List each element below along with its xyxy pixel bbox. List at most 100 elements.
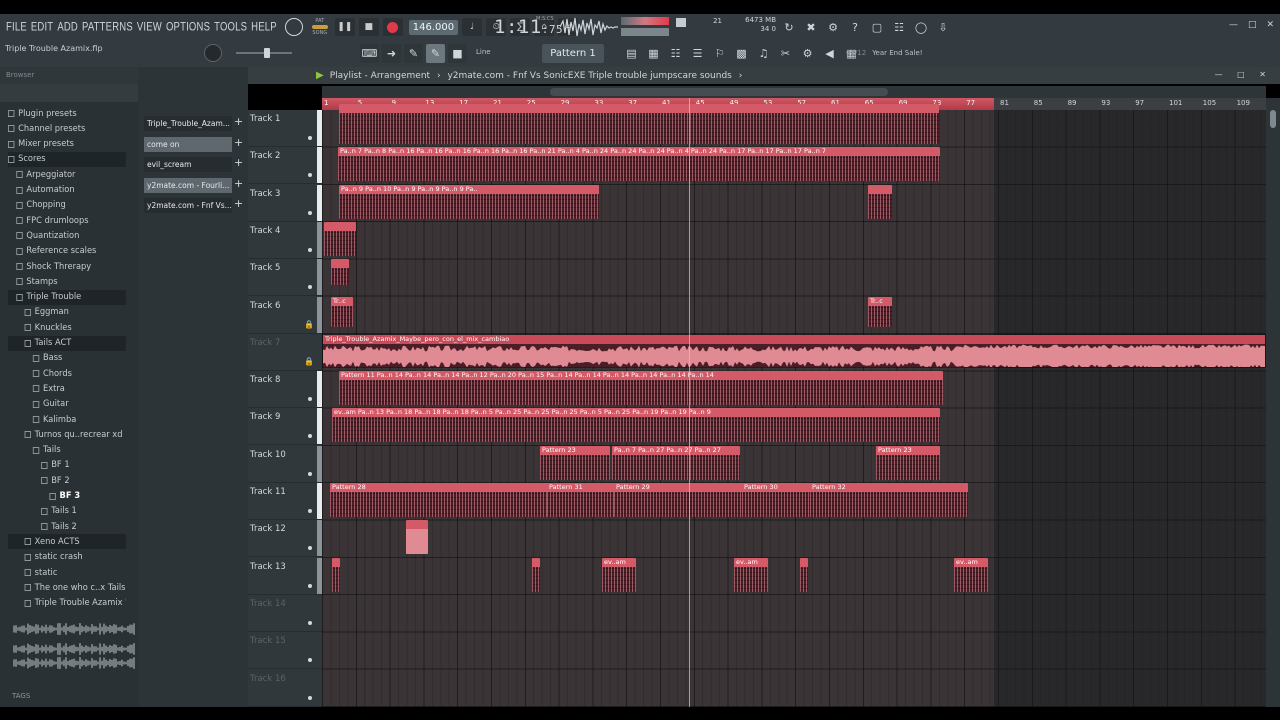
playlist-window-buttons[interactable]: — □ ✕ [1215, 70, 1272, 79]
track-header[interactable]: Track 3 [248, 184, 322, 222]
pattern-clip[interactable]: Pattern 28 [330, 483, 558, 517]
piano-roll-icon[interactable]: ⌨ [360, 44, 379, 63]
mute-led-icon[interactable] [308, 546, 312, 551]
track-name[interactable]: Track 9 [250, 412, 280, 422]
browser-icon[interactable]: ▩ [732, 44, 751, 63]
snap-selector[interactable]: Line [476, 48, 491, 56]
browser-item[interactable]: Extra [8, 381, 126, 396]
add-icon[interactable]: + [234, 197, 244, 212]
track-header[interactable]: Track 11 [248, 483, 322, 520]
pause-button[interactable]: ❚❚ [334, 18, 355, 36]
pattern-clip[interactable] [331, 259, 349, 286]
browser-item[interactable]: Guitar [8, 397, 126, 412]
rendering-icon[interactable]: ◀ [820, 44, 839, 63]
browser-item[interactable]: static crash [8, 550, 126, 565]
track-name[interactable]: Track 11 [250, 487, 286, 497]
track-name[interactable]: Track 7 [250, 338, 280, 348]
mute-led-icon[interactable] [308, 173, 312, 178]
browser-item[interactable]: Stamps [8, 274, 126, 289]
browser-item[interactable]: The one who c..x Tails Part [8, 580, 126, 595]
chat-icon[interactable]: ◯ [912, 18, 930, 36]
browser-item[interactable]: Turnos qu..recrear xd [8, 427, 126, 442]
save-icon[interactable]: ▢ [868, 18, 886, 36]
mixer-icon[interactable]: ☷ [890, 18, 908, 36]
draw-tool-icon[interactable]: ✎ [426, 44, 445, 63]
metronome-icon[interactable]: ♩ [462, 18, 483, 36]
mixer-window-icon[interactable]: ☰ [688, 44, 707, 63]
browser-item[interactable]: Automation [8, 183, 126, 198]
pattern-clip[interactable]: ev..am Pa..n 13 Pa..n 18 Pa..n 18 Pa..n … [332, 408, 940, 443]
track-header[interactable]: Track 6 🔒 [248, 296, 322, 334]
track-header[interactable]: Track 4 [248, 221, 322, 259]
pattern-clip[interactable] [324, 221, 356, 256]
eraser-icon[interactable]: ■ [448, 44, 467, 63]
pattern-clip[interactable]: Pattern 32 [810, 483, 968, 517]
track-header[interactable]: Track 13 [248, 557, 322, 595]
pattern-clip[interactable]: ev..am [602, 557, 636, 592]
pattern-clip[interactable] [332, 557, 340, 592]
browser-item[interactable]: BF 2 [8, 473, 126, 488]
pattern-clip[interactable]: Pattern 23 [876, 445, 940, 480]
pattern-clip[interactable]: Pa..n 7 Pa..n 8 Pa..n 16 Pa..n 16 Pa..n … [338, 147, 940, 182]
browser-item[interactable]: Eggman [8, 305, 126, 320]
hint-circle-icon[interactable] [284, 18, 303, 36]
browser-item[interactable]: Triple Trouble Azamix WIP [8, 596, 126, 611]
track-name[interactable]: Track 2 [250, 151, 280, 161]
vertical-scrollbar[interactable] [1266, 98, 1280, 707]
pencil-icon[interactable]: ✎ [404, 44, 423, 63]
pattern-clip[interactable]: Pattern 30 [742, 483, 812, 517]
pattern-clip[interactable] [800, 557, 808, 592]
browser-item[interactable]: BF 1 [8, 458, 126, 473]
browser-item[interactable]: Shock Threrapy [8, 259, 126, 274]
mute-led-icon[interactable] [308, 136, 312, 140]
track-header[interactable]: Track 7 🔒 [248, 334, 322, 371]
news-ticker[interactable]: 02/12 Year End Sale! [846, 49, 923, 57]
audio-clip[interactable] [406, 520, 428, 555]
menu-patterns[interactable]: PATTERNS [82, 20, 133, 34]
track-name[interactable]: Track 4 [250, 226, 280, 236]
channel-item[interactable]: evil_scream [144, 157, 232, 172]
channel-item[interactable]: come on [144, 137, 232, 152]
playlist-icon[interactable]: ▤ [622, 44, 641, 63]
panic-icon[interactable]: ✖ [802, 18, 820, 36]
track-header[interactable]: Track 15 [248, 632, 322, 670]
browser-item[interactable]: Chopping [8, 198, 126, 213]
mute-led-icon[interactable] [308, 434, 312, 439]
browser-item[interactable]: Kalimba [8, 412, 126, 427]
mute-led-icon[interactable] [308, 285, 312, 290]
audio-clip[interactable]: Triple_Trouble_Azamix_Maybe_pero_con_el_… [322, 333, 1266, 368]
piano-icon[interactable]: ☷ [666, 44, 685, 63]
channel-item[interactable]: y2mate.com - Fnf Vs... [144, 198, 232, 213]
browser-item[interactable]: Reference scales [8, 244, 126, 259]
menu-view[interactable]: VIEW [137, 20, 162, 34]
mute-led-icon[interactable] [308, 509, 312, 513]
browser-item[interactable]: Tails [8, 443, 126, 458]
lock-icon[interactable]: 🔒 [304, 320, 314, 329]
mute-led-icon[interactable] [308, 247, 312, 252]
horizontal-scrollbar[interactable] [322, 86, 1266, 98]
master-volume-slider[interactable] [621, 28, 669, 36]
master-volume-fader[interactable] [236, 48, 292, 58]
mute-led-icon[interactable] [308, 210, 312, 215]
pattern-clip[interactable]: Pa..n 9 Pa..n 10 Pa..n 9 Pa..n 9 Pa..n 9… [339, 184, 599, 219]
channel-item[interactable]: y2mate.com - Fourli... [144, 178, 232, 193]
track-name[interactable]: Track 10 [250, 450, 286, 460]
menu-help[interactable]: HELP [251, 20, 277, 34]
browser-item[interactable]: Plugin presets [8, 106, 126, 121]
track-name[interactable]: Track 3 [250, 189, 280, 199]
browser-item[interactable]: Channel presets [8, 121, 126, 136]
menu-options[interactable]: OPTIONS [166, 20, 210, 34]
menu-file[interactable]: FILE [6, 20, 27, 34]
browser-item[interactable]: Xeno ACTS [8, 534, 126, 550]
minimize-icon[interactable]: — [1229, 20, 1238, 30]
browser-item[interactable]: FPC drumloops [8, 213, 126, 228]
add-icon[interactable]: + [234, 156, 244, 171]
track-header[interactable]: Track 1 [248, 110, 322, 147]
track-name[interactable]: Track 8 [250, 375, 280, 385]
undo-history-icon[interactable]: ↻ [780, 18, 798, 36]
track-name[interactable]: Track 13 [250, 562, 286, 572]
track-name[interactable]: Track 6 [250, 301, 280, 311]
track-header[interactable]: Track 8 [248, 371, 322, 409]
menu-add[interactable]: ADD [57, 20, 78, 34]
lock-icon[interactable]: 🔒 [304, 357, 314, 366]
